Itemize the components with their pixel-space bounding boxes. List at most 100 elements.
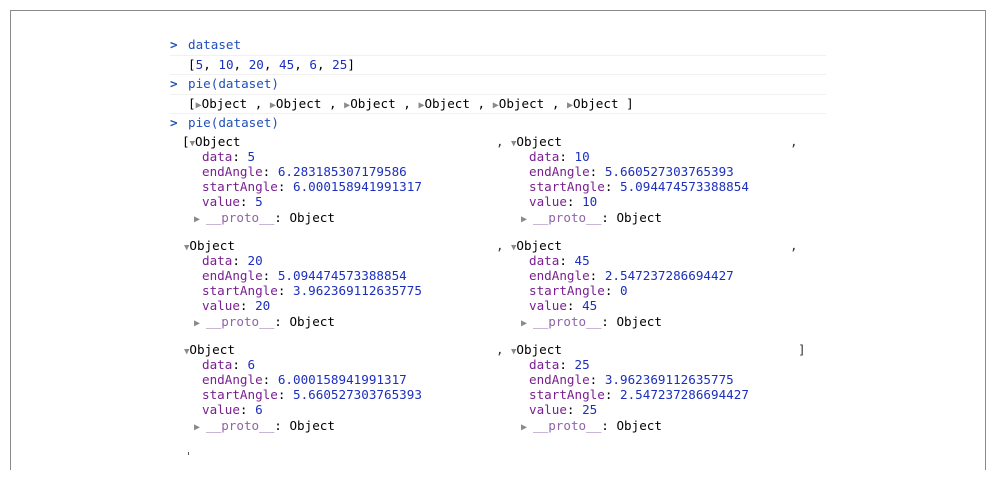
object-property: value: 6 (202, 401, 263, 417)
array-number: 6 (309, 56, 317, 72)
property-value: 2.547237286694427 (604, 267, 734, 283)
separator: , (496, 341, 504, 357)
property-key: value (202, 401, 240, 417)
proto-key: __proto__ (206, 209, 275, 225)
object-label: Object (516, 133, 562, 149)
property-value: 5.094474573388854 (277, 267, 407, 283)
property-value: 5.094474573388854 (620, 178, 749, 194)
command-text: dataset (188, 37, 242, 52)
collapsed-object-list[interactable]: [▶Object , ▶Object , ▶Object , ▶Object ,… (188, 96, 634, 113)
object-label: Object (516, 341, 562, 357)
property-key: endAngle (529, 371, 590, 387)
proto-value: Object (616, 313, 662, 329)
separator: , (790, 237, 798, 253)
object-property: startAngle: 6.000158941991317 (202, 178, 422, 194)
object-label: Object (516, 237, 562, 253)
comma: , (247, 95, 270, 111)
property-key: value (529, 401, 567, 417)
console-output-line: [5, 10, 20, 45, 6, 25] (170, 56, 826, 75)
array-number: 20 (248, 56, 264, 72)
object-property: value: 45 (529, 297, 598, 313)
object-property: endAngle: 3.962369112635775 (529, 371, 734, 387)
array-number: 10 (218, 56, 234, 72)
object-property: data: 20 (202, 252, 263, 268)
property-value: 0 (620, 282, 628, 298)
object-label[interactable]: Object (350, 96, 396, 111)
console-input-line: > pie(dataset) (170, 75, 826, 95)
property-key: value (202, 193, 240, 209)
object-label: Object (195, 133, 241, 149)
object-property: data: 6 (202, 356, 256, 372)
object-property: endAngle: 5.094474573388854 (202, 267, 407, 283)
object-label[interactable]: Object (499, 96, 545, 111)
property-key: endAngle (202, 267, 263, 283)
object-property: data: 25 (529, 356, 590, 372)
expand-arrow-icon[interactable]: ▶ (194, 422, 206, 433)
property-value: 45 (582, 297, 598, 313)
open-bracket: [ (188, 95, 196, 111)
proto-row[interactable]: ▶ __proto__: Object (194, 210, 335, 227)
array-number: 45 (279, 56, 295, 72)
console-output-line: [▶Object , ▶Object , ▶Object , ▶Object ,… (170, 95, 826, 114)
object-property: value: 5 (202, 193, 263, 209)
property-key: endAngle (202, 163, 263, 179)
object-label[interactable]: Object (276, 96, 322, 111)
command-text: pie(dataset) (188, 76, 279, 91)
proto-row[interactable]: ▶ __proto__: Object (521, 210, 662, 227)
object-label: Object (189, 237, 235, 253)
property-value: 6.000158941991317 (277, 371, 407, 387)
property-value: 20 (255, 297, 271, 313)
property-value: 3.962369112635775 (604, 371, 734, 387)
property-key: data (529, 148, 560, 164)
proto-row[interactable]: ▶ __proto__: Object (521, 314, 662, 331)
property-value: 6.000158941991317 (293, 178, 422, 194)
proto-row[interactable]: ▶ __proto__: Object (194, 314, 335, 331)
property-value: 45 (574, 252, 590, 268)
prompt-icon: > (170, 115, 178, 130)
proto-value: Object (289, 209, 335, 225)
array-output: [5, 10, 20, 45, 6, 25] (188, 57, 355, 72)
object-property: startAngle: 3.962369112635775 (202, 282, 422, 298)
object-property: data: 5 (202, 148, 256, 164)
property-key: value (529, 297, 567, 313)
property-key: endAngle (529, 267, 590, 283)
expand-arrow-icon[interactable]: ▶ (521, 422, 533, 433)
property-key: endAngle (529, 163, 590, 179)
console-input-line: > dataset (170, 36, 826, 56)
object-property: value: 25 (529, 401, 598, 417)
object-label[interactable]: Object (573, 96, 619, 111)
property-value: 5 (247, 148, 256, 164)
proto-value: Object (616, 417, 662, 433)
js-console[interactable]: > dataset [5, 10, 20, 45, 6, 25] > pie(d… (170, 36, 826, 456)
object-label[interactable]: Object (202, 96, 248, 111)
object-label[interactable]: Object (424, 96, 470, 111)
property-value: 25 (574, 356, 590, 372)
proto-value: Object (289, 313, 335, 329)
expand-arrow-icon[interactable]: ▶ (521, 318, 533, 329)
comma: , (544, 95, 567, 111)
object-property: value: 10 (529, 193, 598, 209)
object-property: endAngle: 5.660527303765393 (529, 163, 734, 179)
prompt-icon: > (170, 76, 178, 91)
proto-value: Object (616, 209, 662, 225)
object-property: endAngle: 2.547237286694427 (529, 267, 734, 283)
separator: , (496, 237, 504, 253)
property-value: 3.962369112635775 (293, 282, 422, 298)
comma: , (395, 95, 419, 111)
expand-arrow-icon[interactable]: ▶ (521, 214, 533, 225)
proto-row[interactable]: ▶ __proto__: Object (521, 418, 662, 435)
property-value: 6.283185307179586 (277, 163, 407, 179)
expanded-object-list: [▼Object, data: 5 endAngle: 6.283185307179… (170, 133, 826, 435)
text-cursor (188, 452, 189, 455)
expand-arrow-icon[interactable]: ▶ (194, 318, 206, 329)
object-property: data: 45 (529, 252, 590, 268)
proto-row[interactable]: ▶ __proto__: Object (194, 418, 335, 435)
object-property: endAngle: 6.000158941991317 (202, 371, 407, 387)
array-values: [5, 10, 20, 45, 6, 25] (188, 56, 355, 72)
object-property: startAngle: 5.660527303765393 (202, 386, 422, 402)
property-key: data (202, 252, 233, 268)
property-key: startAngle (202, 386, 278, 402)
property-key: data (529, 252, 560, 268)
property-value: 25 (582, 401, 598, 417)
expand-arrow-icon[interactable]: ▶ (194, 214, 206, 225)
